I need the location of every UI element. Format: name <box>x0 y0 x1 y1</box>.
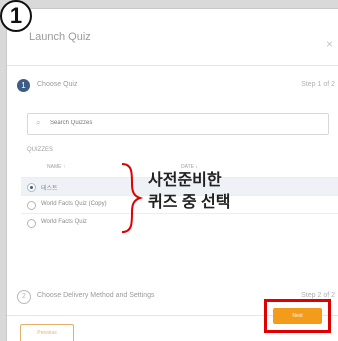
quiz-name: World Facts Quiz <box>41 219 87 225</box>
modal-title: Launch Quiz <box>29 31 91 43</box>
step-1-header: 1 Choose Quiz Step 1 of 2 <box>17 79 338 99</box>
search-box[interactable]: ⌕ <box>27 113 329 135</box>
next-highlight-box: Next <box>264 299 331 333</box>
screenshot-stage: Launch Quiz × 1 Choose Quiz Step 1 of 2 … <box>0 0 338 341</box>
quizzes-section-label: QUIZZES <box>27 147 54 153</box>
step-2-label: Choose Delivery Method and Settings <box>37 292 155 299</box>
quiz-name: World Facts Quiz (Copy) <box>41 201 107 207</box>
modal-header: Launch Quiz × <box>7 9 338 66</box>
step-2-number: 2 <box>17 290 31 304</box>
search-input[interactable] <box>50 117 310 129</box>
search-icon: ⌕ <box>36 118 41 127</box>
quiz-radio[interactable] <box>27 183 36 192</box>
quiz-row[interactable]: World Facts Quiz <box>21 213 338 232</box>
column-name-header[interactable]: NAME ↑ <box>47 164 65 170</box>
step-badge: 1 <box>0 0 32 32</box>
quiz-radio[interactable] <box>27 219 36 228</box>
quiz-radio[interactable] <box>27 201 36 210</box>
step-1-label: Choose Quiz <box>37 81 78 88</box>
step-1-counter: Step 1 of 2 <box>301 81 335 88</box>
curly-brace-annotation <box>121 163 144 233</box>
next-button[interactable]: Next <box>273 308 322 324</box>
step-1-number: 1 <box>17 79 30 92</box>
step-2-counter: Step 2 of 2 <box>301 292 335 299</box>
close-icon[interactable]: × <box>326 38 333 50</box>
quiz-name: 테스트 <box>41 186 58 192</box>
annotation-text: 사전준비한 퀴즈 중 선택 <box>148 172 231 211</box>
previous-button[interactable]: Previous <box>20 324 74 341</box>
